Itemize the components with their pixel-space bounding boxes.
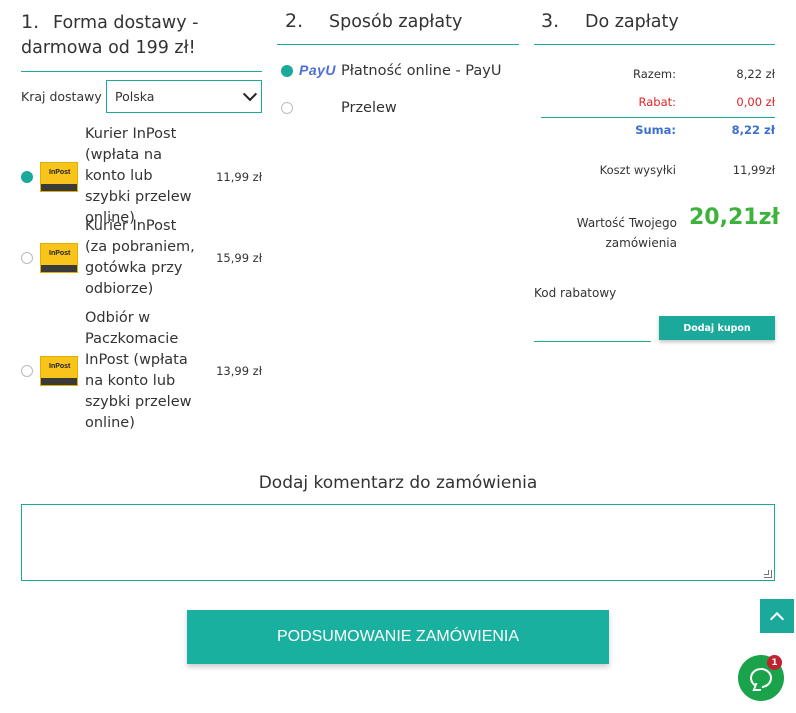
shipping-cost-label: Koszt wysyłki [599, 163, 676, 177]
totals-column: 3. Do zapłaty Razem: 8,22 zł Rabat: 0,00… [534, 0, 780, 360]
shipping-option-label: Odbiór w Paczkomacie InPost (wpłata na k… [85, 310, 192, 431]
totals-divider [541, 117, 775, 118]
scroll-top-button[interactable] [760, 599, 794, 633]
suma-label: Suma: [635, 123, 676, 137]
shipping-option-courier-cod[interactable]: InPost Kurier InPost (za pobraniem, gotó… [21, 216, 262, 300]
radio-selected-icon[interactable] [281, 65, 293, 77]
shipping-option-courier-prepaid[interactable]: InPost Kurier InPost (wpłata na konto lu… [21, 124, 262, 229]
rabat-value: 0,00 zł [736, 95, 775, 109]
payment-column: 2. Sposób zapłaty PayU Płatność online -… [277, 0, 519, 116]
rabat-row: Rabat: 0,00 zł [534, 95, 775, 109]
shipping-option-label: Kurier InPost (wpłata na konto lub szybk… [85, 126, 192, 226]
suma-value: 8,22 zł [731, 123, 775, 137]
comment-textarea[interactable] [21, 504, 775, 581]
chat-badge: 1 [767, 655, 782, 670]
inpost-logo: InPost [40, 161, 78, 192]
order-value-label: Wartość Twojego zamówienia [576, 216, 677, 250]
payment-title: Sposób zapłaty [329, 12, 463, 32]
shipping-option-price: 13,99 zł [216, 364, 262, 378]
order-summary-button[interactable]: PODSUMOWANIE ZAMÓWIENIA [187, 610, 609, 664]
shipping-option-label: Kurier InPost (za pobraniem, gotówka prz… [85, 218, 195, 297]
comment-title: Dodaj komentarz do zamówienia [258, 473, 538, 493]
payment-step-number: 2. [285, 10, 304, 32]
shipping-option-price: 11,99 zł [216, 169, 262, 184]
payment-header: 2. Sposób zapłaty [277, 0, 519, 45]
coupon-label: Kod rabatowy [534, 286, 617, 300]
country-row: Kraj dostawy Polska [21, 80, 262, 113]
add-coupon-button[interactable]: Dodaj kupon [659, 316, 775, 340]
chevron-up-icon [769, 611, 785, 626]
razem-value: 8,22 zł [736, 67, 775, 81]
country-select[interactable]: Polska [106, 80, 262, 113]
payu-logo: PayU [299, 62, 337, 78]
razem-label: Razem: [633, 67, 676, 81]
totals-header: 3. Do zapłaty [534, 0, 775, 45]
shipping-cost-row: Koszt wysyłki 11,99zł [534, 163, 775, 177]
payment-option-transfer[interactable]: Przelew [281, 100, 397, 116]
totals-step-number: 3. [541, 10, 560, 32]
totals-title: Do zapłaty [585, 12, 679, 32]
coupon-input[interactable] [534, 315, 651, 342]
chevron-down-icon [242, 86, 258, 101]
country-label: Kraj dostawy [21, 89, 102, 104]
rabat-label: Rabat: [638, 95, 676, 109]
payment-option-label: Płatność online - PayU [341, 63, 502, 79]
radio-selected-icon[interactable] [21, 170, 33, 183]
suma-row: Suma: 8,22 zł [534, 123, 775, 137]
radio-unselected-icon[interactable] [21, 365, 33, 377]
shipping-header: 1. Forma dostawy - darmowa od 199 zł! [21, 0, 262, 72]
inpost-logo: InPost [40, 356, 78, 386]
shipping-option-price: 15,99 zł [216, 251, 262, 265]
shipping-cost-value: 11,99zł [732, 163, 775, 177]
razem-row: Razem: 8,22 zł [534, 67, 775, 81]
inpost-logo: InPost [40, 243, 78, 273]
shipping-title: 1. Forma dostawy - darmowa od 199 zł! [21, 10, 262, 61]
payment-option-payu[interactable]: PayU Płatność online - PayU [281, 62, 501, 80]
radio-unselected-icon[interactable] [281, 102, 293, 114]
payment-option-label: Przelew [341, 100, 397, 116]
resize-handle-icon[interactable] [764, 570, 772, 578]
country-select-value: Polska [115, 89, 155, 104]
chat-bubble-icon [750, 668, 772, 688]
shipping-column: 1. Forma dostawy - darmowa od 199 zł! Kra… [21, 0, 262, 431]
radio-unselected-icon[interactable] [21, 252, 33, 264]
order-value: 20,21zł [689, 205, 780, 230]
shipping-option-paczkomat[interactable]: InPost Odbiór w Paczkomacie InPost (wpła… [21, 308, 262, 434]
shipping-step-number: 1. [21, 11, 40, 33]
